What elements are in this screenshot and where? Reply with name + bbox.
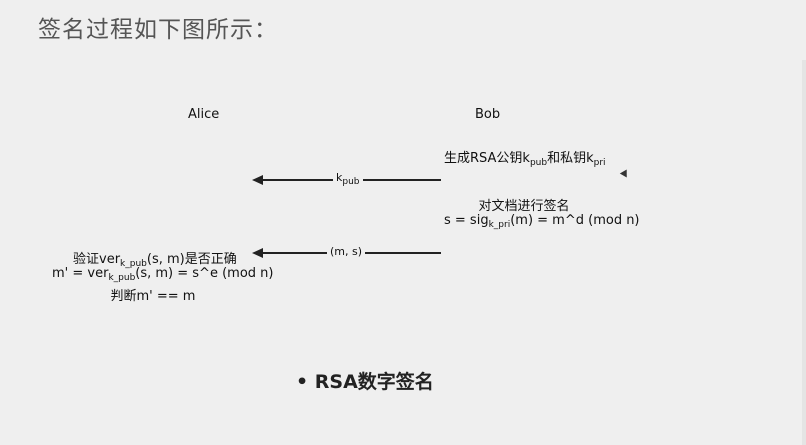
- alice-verify-formula: m' = verk_pub(s, m) = s^e (mod n): [52, 266, 274, 283]
- mouse-cursor-icon: [619, 169, 631, 180]
- page-heading: 签名过程如下图所示：: [38, 17, 278, 43]
- alice-judge: 判断m' == m: [110, 289, 196, 304]
- arrow-kpub-head: [252, 175, 263, 185]
- bob-sign-title: 对文档进行签名: [478, 199, 570, 214]
- actor-alice: Alice: [188, 107, 220, 122]
- bullet-title: • RSA数字签名: [296, 367, 434, 394]
- bullet-text: RSA数字签名: [314, 371, 434, 393]
- alice-verify-title: 验证verk_pub(s, m)是否正确: [73, 252, 237, 269]
- right-edge-shade: [802, 60, 806, 445]
- bullet-dot-icon: •: [296, 371, 309, 393]
- bob-sign-formula: s = sigk_pri(m) = m^d (mod n): [444, 213, 640, 230]
- actor-bob: Bob: [475, 107, 501, 122]
- bob-generate-keys: 生成RSA公钥kpub和私钥kpri: [444, 151, 606, 168]
- arrow-ms-head: [252, 248, 263, 258]
- arrow-kpub-label: kpub: [333, 171, 363, 187]
- arrow-ms-label: (m, s): [327, 245, 366, 258]
